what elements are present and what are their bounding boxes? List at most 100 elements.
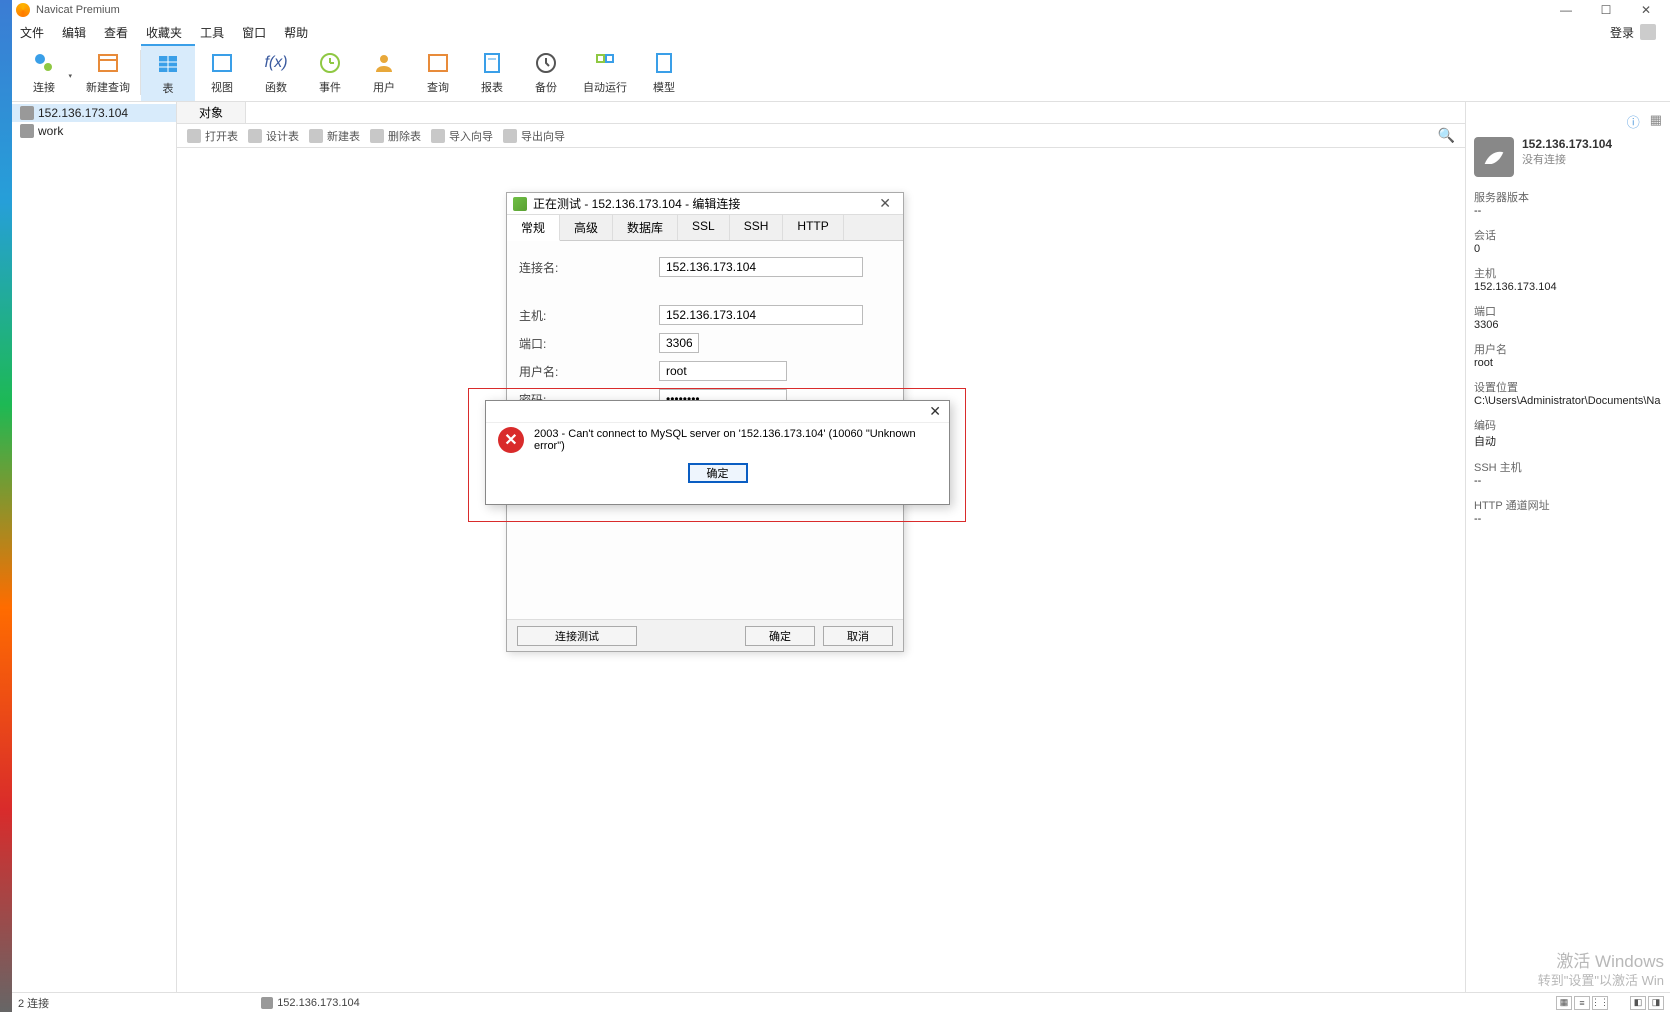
query-icon (426, 51, 450, 75)
conn-subtitle: 没有连接 (1522, 151, 1612, 167)
fx-icon: f(x) (264, 51, 288, 75)
windows-watermark: 激活 Windows 转到"设置"以激活 Win (1538, 951, 1664, 990)
grid-toggle-icon[interactable]: ▦ (1650, 112, 1662, 131)
mysql-icon (513, 197, 527, 211)
error-icon: ✕ (498, 427, 524, 453)
table-icon (156, 52, 180, 76)
tab-http[interactable]: HTTP (783, 215, 843, 240)
mysql-icon (20, 124, 34, 138)
report-btn[interactable]: 报表 (465, 44, 519, 101)
menu-file[interactable]: 文件 (20, 24, 44, 41)
menu-view[interactable]: 查看 (104, 24, 128, 41)
view-mode-3[interactable]: ⋮⋮ (1592, 996, 1608, 1010)
checklist-icon (593, 51, 617, 75)
tab-objects[interactable]: 对象 (177, 102, 246, 123)
user-input[interactable] (659, 361, 787, 381)
connection-btn[interactable]: 连接 (12, 44, 76, 101)
test-connection-btn[interactable]: 连接测试 (517, 626, 637, 646)
conn-name-input[interactable] (659, 257, 863, 277)
window-minimize-btn[interactable]: — (1546, 3, 1586, 17)
table-btn[interactable]: 表 (141, 44, 195, 101)
app-logo-icon (16, 3, 30, 17)
toolbar: 连接 新建查询 表 视图 f(x) 函数 事件 用户 查询 (12, 44, 1670, 102)
dialog-title: 正在测试 - 152.136.173.104 - 编辑连接 (533, 195, 740, 212)
menu-window[interactable]: 窗口 (242, 24, 266, 41)
event-btn[interactable]: 事件 (303, 44, 357, 101)
mysql-dolphin-icon (1474, 137, 1514, 177)
delete-table-btn[interactable]: 删除表 (370, 128, 421, 144)
model-icon (652, 51, 676, 75)
menu-help[interactable]: 帮助 (284, 24, 308, 41)
menu-favorites[interactable]: 收藏夹 (146, 24, 182, 41)
login-label[interactable]: 登录 (1610, 24, 1634, 41)
menu-edit[interactable]: 编辑 (62, 24, 86, 41)
query-btn[interactable]: 查询 (411, 44, 465, 101)
autorun-btn[interactable]: 自动运行 (573, 44, 637, 101)
view-mode-1[interactable]: ▦ (1556, 996, 1572, 1010)
window-maximize-btn[interactable]: ☐ (1586, 3, 1626, 17)
error-close-btn[interactable]: ✕ (929, 403, 941, 420)
user-label: 用户名: (519, 363, 659, 380)
info-panel: ⓘ ▦ 152.136.173.104 没有连接 服务器版本-- 会话0 主机1… (1465, 102, 1670, 992)
mysql-icon (261, 997, 273, 1009)
mysql-icon (20, 106, 34, 120)
status-conn: 152.136.173.104 (277, 997, 360, 1009)
error-ok-btn[interactable]: 确定 (688, 463, 748, 483)
host-label: 主机: (519, 307, 659, 324)
dialog-tabs: 常规 高级 数据库 SSL SSH HTTP (507, 215, 903, 241)
tab-general[interactable]: 常规 (507, 215, 560, 241)
view-icon (210, 51, 234, 75)
dialog-close-btn[interactable]: ✕ (873, 195, 897, 212)
tab-ssl[interactable]: SSL (678, 215, 730, 240)
menu-tools[interactable]: 工具 (200, 24, 224, 41)
backup-btn[interactable]: 备份 (519, 44, 573, 101)
status-left: 2 连接 (18, 995, 49, 1011)
dialog-cancel-btn[interactable]: 取消 (823, 626, 893, 646)
conn-name-label: 连接名: (519, 259, 659, 276)
sub-toolbar: 打开表 设计表 新建表 删除表 导入向导 导出向导 🔍 (177, 124, 1465, 148)
design-icon (248, 129, 262, 143)
conn-title: 152.136.173.104 (1522, 137, 1612, 151)
port-label: 端口: (519, 335, 659, 352)
user-icon (372, 51, 396, 75)
statusbar: 2 连接 152.136.173.104 ▦ ≡ ⋮⋮ ◧ ◨ (12, 992, 1670, 1012)
plug-icon (32, 51, 56, 75)
port-input[interactable] (659, 333, 699, 353)
panel-toggle-1[interactable]: ◧ (1630, 996, 1646, 1010)
open-icon (187, 129, 201, 143)
search-icon[interactable]: 🔍 (1438, 127, 1455, 144)
model-btn[interactable]: 模型 (637, 44, 691, 101)
user-btn[interactable]: 用户 (357, 44, 411, 101)
dialog-ok-btn[interactable]: 确定 (745, 626, 815, 646)
import-icon (431, 129, 445, 143)
tabstrip: 对象 (177, 102, 1465, 124)
connections-sidebar: 152.136.173.104 work (12, 102, 177, 992)
avatar-icon[interactable] (1640, 24, 1656, 40)
dialog-titlebar[interactable]: 正在测试 - 152.136.173.104 - 编辑连接 ✕ (507, 193, 903, 215)
new-query-btn[interactable]: 新建查询 (76, 44, 140, 101)
panel-toggle-2[interactable]: ◨ (1648, 996, 1664, 1010)
tab-database[interactable]: 数据库 (613, 215, 678, 240)
view-mode-2[interactable]: ≡ (1574, 996, 1590, 1010)
new-icon (309, 129, 323, 143)
host-input[interactable] (659, 305, 863, 325)
open-table-btn[interactable]: 打开表 (187, 128, 238, 144)
titlebar: Navicat Premium — ☐ ✕ (12, 0, 1670, 20)
delete-icon (370, 129, 384, 143)
error-dialog: ✕ ✕ 2003 - Can't connect to MySQL server… (485, 400, 950, 505)
function-btn[interactable]: f(x) 函数 (249, 44, 303, 101)
tab-advanced[interactable]: 高级 (560, 215, 613, 240)
tab-ssh[interactable]: SSH (730, 215, 784, 240)
new-table-btn[interactable]: 新建表 (309, 128, 360, 144)
import-wizard-btn[interactable]: 导入向导 (431, 128, 493, 144)
clock-icon (318, 51, 342, 75)
report-icon (480, 51, 504, 75)
sidebar-connection-0[interactable]: 152.136.173.104 (12, 104, 176, 122)
design-table-btn[interactable]: 设计表 (248, 128, 299, 144)
view-btn[interactable]: 视图 (195, 44, 249, 101)
export-wizard-btn[interactable]: 导出向导 (503, 128, 565, 144)
sidebar-connection-1[interactable]: work (12, 122, 176, 140)
backup-icon (534, 51, 558, 75)
window-close-btn[interactable]: ✕ (1626, 3, 1666, 17)
info-icon[interactable]: ⓘ (1627, 112, 1640, 131)
